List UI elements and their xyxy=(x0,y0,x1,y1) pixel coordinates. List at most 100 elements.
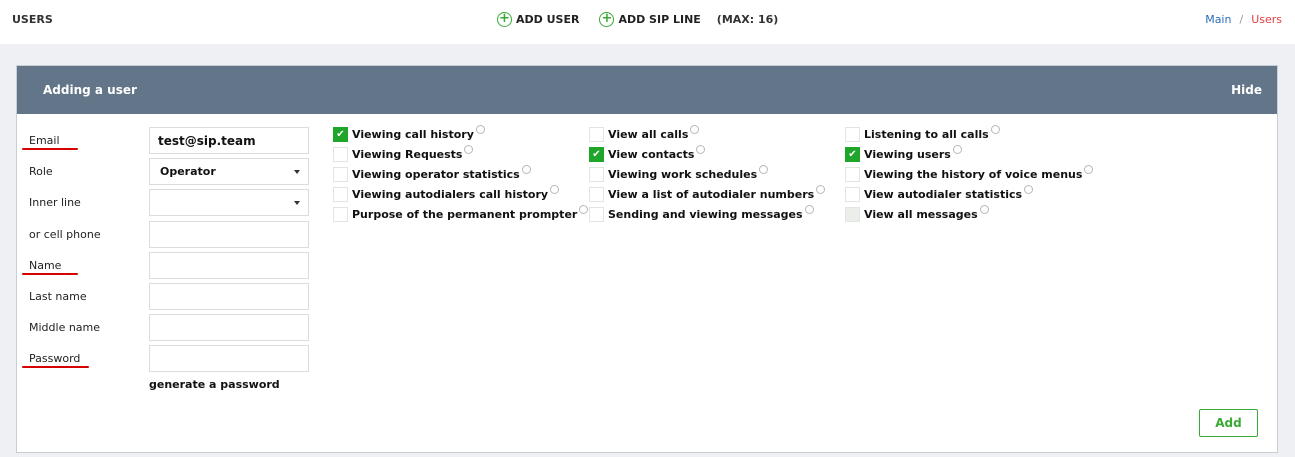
info-icon xyxy=(475,125,485,134)
password-label: Password xyxy=(29,352,81,365)
permission-label: View contacts xyxy=(608,147,695,161)
permission-item[interactable]: ✔ Viewing users xyxy=(845,145,962,162)
permission-checkbox[interactable] xyxy=(589,206,604,222)
permission-label: Viewing operator statistics xyxy=(352,167,520,181)
email-row: Email test@sip.team xyxy=(22,127,339,154)
permission-checkbox[interactable] xyxy=(845,126,860,142)
role-select[interactable]: Operator xyxy=(149,158,309,185)
role-label: Role xyxy=(29,165,53,178)
name-label: Name xyxy=(29,259,62,272)
permission-checkbox[interactable] xyxy=(333,166,348,182)
info-icon xyxy=(990,125,1000,134)
top-bar: USERS + ADD USER + ADD SIP LINE (MAX: 16… xyxy=(0,0,1295,44)
password-row: Password xyxy=(22,345,339,372)
permission-item[interactable]: Purpose of the permanent prompter xyxy=(333,205,589,222)
permission-label: View autodialer statistics xyxy=(864,187,1023,201)
permission-item[interactable]: View a list of autodialer numbers xyxy=(589,185,826,202)
permission-label: Sending and viewing messages xyxy=(608,207,803,221)
permission-checkbox[interactable]: ✔ xyxy=(589,146,604,162)
last-name-field[interactable] xyxy=(149,283,309,310)
permission-item[interactable]: View autodialer statistics xyxy=(845,185,1034,202)
breadcrumb-main-link[interactable]: Main xyxy=(1205,13,1231,26)
chevron-down-icon xyxy=(294,201,300,205)
header-actions: + ADD USER + ADD SIP LINE (MAX: 16) xyxy=(497,12,778,27)
info-icon xyxy=(521,165,531,174)
chevron-down-icon xyxy=(294,170,300,174)
info-icon xyxy=(804,205,814,214)
last-name-label: Last name xyxy=(29,290,87,303)
generate-password-link[interactable]: generate a password xyxy=(149,378,280,391)
permission-checkbox[interactable]: ✔ xyxy=(333,126,348,142)
permission-checkbox[interactable] xyxy=(589,166,604,182)
required-underline xyxy=(22,273,78,275)
permission-label: Viewing work schedules xyxy=(608,167,758,181)
info-icon xyxy=(952,145,962,154)
permission-checkbox[interactable] xyxy=(333,206,348,222)
inner-line-select[interactable] xyxy=(149,189,309,216)
role-row: Role Operator xyxy=(29,158,339,185)
breadcrumb-current: Users xyxy=(1251,13,1282,26)
page-title: USERS xyxy=(12,13,53,26)
name-row: Name xyxy=(22,252,339,279)
permission-checkbox[interactable] xyxy=(333,186,348,202)
add-sip-line-button[interactable]: + ADD SIP LINE xyxy=(599,12,701,27)
info-icon xyxy=(979,205,989,214)
role-select-value: Operator xyxy=(160,165,216,178)
permission-label: Viewing call history xyxy=(352,127,474,141)
middle-name-row: Middle name xyxy=(29,314,339,341)
required-underline xyxy=(22,148,78,150)
add-sip-line-label: ADD SIP LINE xyxy=(618,13,701,26)
permission-label: Purpose of the permanent prompter xyxy=(352,207,578,221)
add-user-panel: Adding a user Hide Email test@sip.team R… xyxy=(16,65,1278,453)
cell-phone-row: or cell phone xyxy=(29,221,339,248)
cell-phone-label: or cell phone xyxy=(29,228,101,241)
permission-label: View all messages xyxy=(864,207,978,221)
permission-checkbox[interactable] xyxy=(845,206,860,222)
permission-checkbox[interactable] xyxy=(845,166,860,182)
permission-checkbox[interactable] xyxy=(589,126,604,142)
permission-label: View a list of autodialer numbers xyxy=(608,187,815,201)
inner-line-label: Inner line xyxy=(29,196,81,209)
permission-item[interactable]: Viewing operator statistics xyxy=(333,165,531,182)
add-button[interactable]: Add xyxy=(1199,409,1258,437)
permission-item[interactable]: Sending and viewing messages xyxy=(589,205,814,222)
hide-button[interactable]: Hide xyxy=(1231,83,1262,97)
permission-item[interactable]: Viewing the history of voice menus xyxy=(845,165,1094,182)
permission-label: Viewing Requests xyxy=(352,147,463,161)
max-lines-text: (MAX: 16) xyxy=(716,13,779,26)
permission-label: Listening to all calls xyxy=(864,127,989,141)
permission-item[interactable]: View all calls xyxy=(589,125,700,142)
inner-line-row: Inner line xyxy=(29,189,339,216)
permission-item[interactable]: Listening to all calls xyxy=(845,125,1000,142)
info-icon xyxy=(579,205,589,214)
permission-item[interactable]: ✔ Viewing call history xyxy=(333,125,485,142)
permission-checkbox[interactable] xyxy=(589,186,604,202)
info-icon xyxy=(1084,165,1094,174)
password-field[interactable] xyxy=(149,345,309,372)
permission-checkbox[interactable]: ✔ xyxy=(845,146,860,162)
permission-checkbox[interactable] xyxy=(333,146,348,162)
middle-name-label: Middle name xyxy=(29,321,101,334)
permission-label: Viewing autodialers call history xyxy=(352,187,549,201)
permission-item[interactable]: Viewing Requests xyxy=(333,145,474,162)
panel-title: Adding a user xyxy=(43,83,137,97)
panel-header: Adding a user Hide xyxy=(17,66,1277,114)
permission-item[interactable]: Viewing autodialers call history xyxy=(333,185,560,202)
info-icon xyxy=(550,185,560,194)
email-label: Email xyxy=(29,134,60,147)
middle-name-field[interactable] xyxy=(149,314,309,341)
cell-phone-field[interactable] xyxy=(149,221,309,248)
breadcrumb: Main / Users xyxy=(1205,13,1282,26)
permission-item[interactable]: Viewing work schedules xyxy=(589,165,769,182)
email-field[interactable]: test@sip.team xyxy=(149,127,309,154)
info-icon xyxy=(464,145,474,154)
name-field[interactable] xyxy=(149,252,309,279)
permission-label: Viewing users xyxy=(864,147,951,161)
info-icon xyxy=(690,125,700,134)
add-user-button[interactable]: + ADD USER xyxy=(497,12,579,27)
plus-circle-icon: + xyxy=(599,12,615,27)
permission-item[interactable]: ✔ View contacts xyxy=(589,145,706,162)
permission-item[interactable]: View all messages xyxy=(845,205,989,222)
plus-circle-icon: + xyxy=(497,12,512,27)
permission-checkbox[interactable] xyxy=(845,186,860,202)
